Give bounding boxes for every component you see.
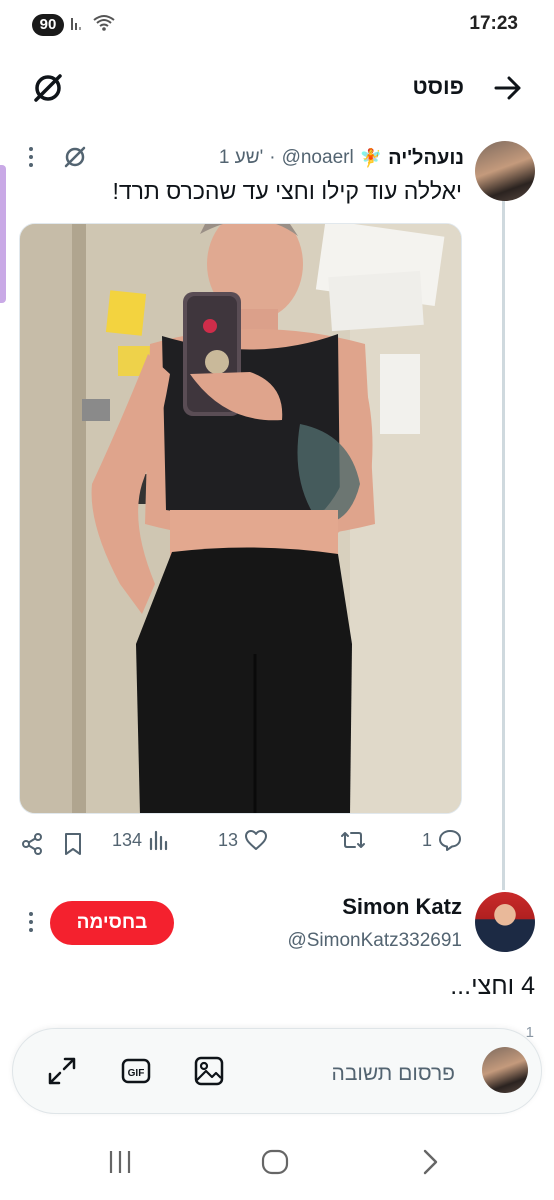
- like-button[interactable]: 13: [218, 828, 268, 852]
- more-options-icon[interactable]: [28, 912, 34, 936]
- status-bar: 90 17:23: [0, 0, 554, 48]
- top-app-bar: פוסט: [0, 58, 554, 118]
- heart-icon: [245, 830, 267, 850]
- separator-dot: ·: [269, 147, 276, 168]
- thread-connector-line: [502, 200, 505, 890]
- grok-slash-icon[interactable]: [62, 144, 88, 170]
- avatar: [482, 1047, 528, 1093]
- signal-icon: [71, 18, 81, 30]
- back-chevron-icon[interactable]: [416, 1148, 444, 1176]
- share-icon[interactable]: [20, 832, 44, 856]
- gif-icon[interactable]: GIF: [120, 1055, 152, 1087]
- views-chart-icon: [149, 830, 168, 851]
- repost-icon: [341, 832, 365, 848]
- expand-icon[interactable]: [46, 1055, 78, 1087]
- reply-text: 4 וחצי...: [450, 972, 535, 1000]
- post-author-row: נועהל'יה 🧚 @noaerl · 1 שע': [219, 144, 464, 172]
- battery-level-badge: 90: [32, 14, 64, 36]
- view-count: 134: [111, 829, 142, 850]
- repost-button[interactable]: [340, 828, 366, 852]
- page-title: פוסט: [412, 74, 464, 99]
- post-image[interactable]: [19, 223, 462, 814]
- reply-input[interactable]: פרסום תשובה: [332, 1062, 455, 1086]
- edge-panel-handle[interactable]: [0, 165, 6, 303]
- bookmark-icon[interactable]: [62, 832, 84, 856]
- recent-apps-icon[interactable]: [106, 1148, 134, 1176]
- post-actions-bar: 1 13 134: [0, 828, 554, 862]
- reply-author-name[interactable]: Simon Katz: [342, 894, 462, 920]
- svg-text:GIF: GIF: [128, 1068, 145, 1079]
- post-text: יאללה עוד קילו וחצי עד שהכרס תרד!: [112, 178, 462, 204]
- reply-compose-bar[interactable]: פרסום תשובה GIF: [12, 1028, 542, 1114]
- blocked-button[interactable]: בחסימה: [50, 901, 174, 945]
- arrow-right-icon[interactable]: [492, 72, 524, 104]
- views-button[interactable]: 134: [112, 828, 170, 852]
- grok-slash-icon[interactable]: [30, 70, 66, 106]
- author-handle[interactable]: @noaerl: [282, 147, 354, 169]
- author-name[interactable]: נועהל'יה: [388, 147, 464, 170]
- reply-author-handle[interactable]: @SimonKatz332691: [287, 930, 462, 952]
- post-timestamp[interactable]: 1 שע': [219, 147, 263, 169]
- home-icon[interactable]: [261, 1148, 289, 1176]
- reply-button[interactable]: 1: [422, 828, 462, 852]
- clock: 17:23: [469, 13, 518, 34]
- system-navigation-bar: [0, 1128, 554, 1200]
- reply-icon: [439, 830, 461, 851]
- fairy-emoji: 🧚: [359, 147, 383, 168]
- avatar[interactable]: [475, 141, 535, 201]
- image-icon[interactable]: [193, 1055, 225, 1087]
- wifi-icon: [93, 15, 115, 31]
- more-options-icon[interactable]: [28, 147, 34, 171]
- reply-count: 1: [421, 829, 432, 850]
- like-count: 13: [217, 829, 238, 850]
- avatar[interactable]: [475, 892, 535, 952]
